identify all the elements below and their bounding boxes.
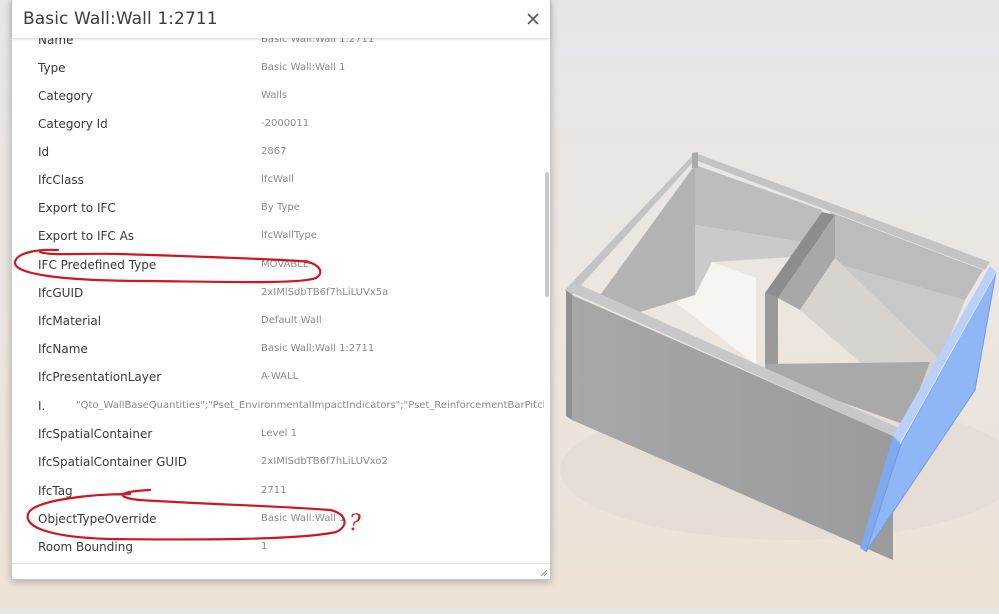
resize-handle-icon[interactable] [539,568,548,577]
property-value: Basic Wall:Wall 1:2711 [261,343,375,354]
property-row-room-bounding: Room Bounding 1 [12,534,544,562]
panel-header: Basic Wall:Wall 1:2711 [12,0,550,38]
property-value: 2xIMlSdbTB6f7hLiLUVx5a [261,287,389,298]
property-name: ObjectTypeOverride [38,512,157,526]
property-row-property-sets: I. "Qto_WallBaseQuantities";"Pset_Enviro… [12,393,544,421]
property-name: IfcSpatialContainer GUID [38,455,187,469]
property-value: MOVABLE [261,259,310,270]
property-row-export-to-ifc: Export to IFC By Type [12,195,544,223]
property-row-ifcspatialcontainer: IfcSpatialContainer Level 1 [12,421,544,449]
property-row-ifcspatialcontainer-guid: IfcSpatialContainer GUID 2xIMlSdbTB6f7hL… [12,449,544,477]
property-value: 2xIMlSdbTB6f7hLiLUVxo2 [261,456,388,467]
properties-list[interactable]: Name Basic Wall:Wall 1:2711 Type Basic W… [12,27,544,564]
property-value: By Type [261,202,300,213]
property-row-type: Type Basic Wall:Wall 1 [12,55,544,83]
property-value: Walls [261,90,288,101]
property-name: IfcMaterial [38,314,102,328]
property-name: Type [38,61,66,75]
property-value: IfcWall [261,174,294,185]
property-row-ifcmaterial: IfcMaterial Default Wall [12,308,544,336]
property-row-ifc-predefined-type: IFC Predefined Type MOVABLE [12,252,544,280]
panel-footer [12,563,550,579]
property-row-id: Id 2867 [12,139,544,167]
property-row-ifcpresentationlayer: IfcPresentationLayer A-WALL [12,364,544,392]
property-value: IfcWallType [261,230,317,241]
property-value: 1 [261,541,268,552]
close-button[interactable] [522,8,544,30]
close-icon [527,13,539,25]
property-value: 2711 [261,485,287,496]
property-value: Level 1 [261,428,297,439]
property-name: IfcGUID [38,286,84,300]
property-name: I. [38,399,46,413]
property-value: "Qto_WallBaseQuantities";"Pset_Environme… [76,400,544,411]
property-row-ifcguid: IfcGUID 2xIMlSdbTB6f7hLiLUVx5a [12,280,544,308]
property-name: IfcClass [38,173,84,187]
property-name: IfcPresentationLayer [38,370,162,384]
property-name: Category [38,89,93,103]
scrollbar-thumb[interactable] [545,172,549,297]
property-name: Category Id [38,117,108,131]
property-row-ifcclass: IfcClass IfcWall [12,167,544,195]
property-name: IfcTag [38,484,73,498]
property-row-ifcname: IfcName Basic Wall:Wall 1:2711 [12,336,544,364]
property-name: Export to IFC As [38,229,135,243]
properties-panel: Basic Wall:Wall 1:2711 Name Basic Wall:W… [11,0,551,580]
property-value: Default Wall [261,315,322,326]
property-value: -2000011 [261,118,310,129]
property-value: Basic Wall:Wall 1 [261,62,346,73]
property-name: IFC Predefined Type [38,258,157,272]
property-row-category: Category Walls [12,83,544,111]
property-row-objecttypeoverride: ObjectTypeOverride Basic Wall:Wall 1 [12,506,544,534]
property-row-ifctag: IfcTag 2711 [12,478,544,506]
property-name: Room Bounding [38,540,133,554]
property-row-export-to-ifc-as: Export to IFC As IfcWallType [12,223,544,251]
property-name: IfcSpatialContainer [38,427,153,441]
property-value: A-WALL [261,371,299,382]
property-value: 2867 [261,146,287,157]
property-row-category-id: Category Id -2000011 [12,111,544,139]
property-value: Basic Wall:Wall 1 [261,513,346,524]
panel-title: Basic Wall:Wall 1:2711 [23,9,218,29]
property-name: Export to IFC [38,201,116,215]
property-name: IfcName [38,342,88,356]
property-name: Id [38,145,50,159]
